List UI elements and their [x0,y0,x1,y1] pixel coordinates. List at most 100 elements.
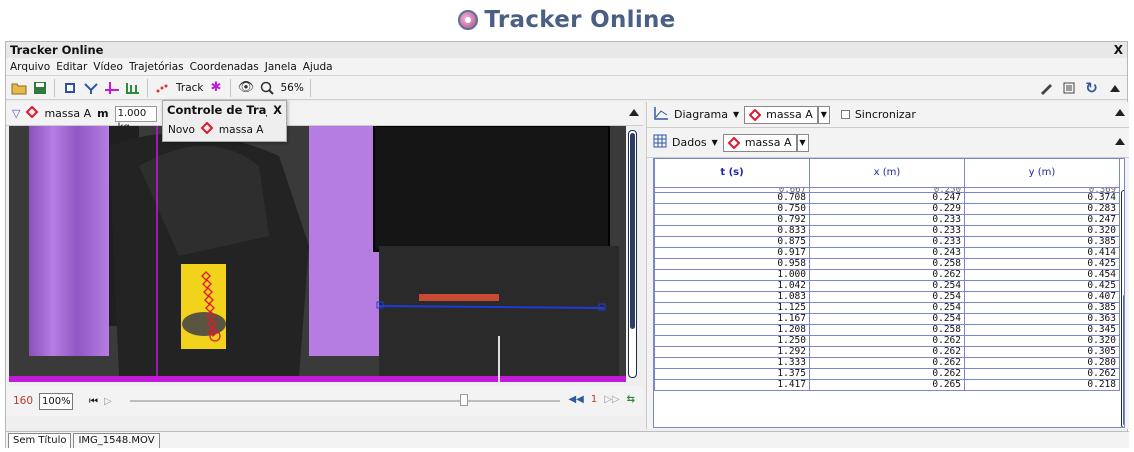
column-header-t[interactable]: t (s) [654,159,810,188]
table-cell: 0.792 [654,214,810,226]
collapse-diagram-icon[interactable] [1115,109,1125,116]
table-row[interactable]: 0.958 0.258 0.425 [654,258,1120,270]
close-window-button[interactable]: X [1114,43,1123,57]
go-to-start-icon[interactable]: ⏮ [89,396,98,407]
notes-icon[interactable] [1060,79,1077,96]
diagram-label[interactable]: Diagrama [674,108,728,121]
table-row[interactable]: 1.375 0.262 0.262 [654,368,1120,380]
step-back-icon[interactable]: ◀◀ [568,394,583,405]
table-row[interactable]: 1.250 0.262 0.320 [654,335,1120,347]
diagram-dropdown-icon[interactable]: ▼ [733,110,739,119]
collapse-track-bar-icon[interactable] [629,109,639,116]
play-icon[interactable]: ▷ [104,396,112,407]
frame-slider[interactable] [129,394,560,406]
table-row[interactable]: 1.167 0.254 0.363 [654,313,1120,325]
table-row[interactable]: 1.083 0.254 0.407 [654,291,1120,303]
collapse-data-icon[interactable] [1115,138,1125,145]
data-table[interactable]: t (s) x (m) y (m) 0.667 0.250 0.369 0.70… [653,158,1125,428]
table-cell: 0.262 [809,357,965,369]
track-object-name[interactable]: massa A [44,107,91,120]
data-object-dropdown[interactable]: ▼ [796,133,809,152]
zoom-magnifier-icon[interactable] [258,79,275,96]
open-folder-icon[interactable] [10,79,27,96]
refresh-icon[interactable]: ↻ [1083,79,1100,97]
menu-janela[interactable]: Janela [264,61,298,73]
scrollbar-thumb[interactable] [1123,295,1124,425]
table-cell: 0.385 [964,236,1120,248]
popup-title: Controle de Trajetória [167,102,267,117]
zoom-level[interactable]: 56% [280,82,303,94]
visibility-eye-icon[interactable]: 👁 [237,79,255,96]
track-dropdown-icon[interactable]: ▽ [12,107,20,120]
mass-marker-icon [749,108,762,121]
table-row[interactable]: 0.917 0.243 0.414 [654,247,1120,259]
trail-icon[interactable] [154,79,171,96]
table-row[interactable]: 1.208 0.258 0.345 [654,324,1120,336]
column-header-x[interactable]: x (m) [809,159,965,188]
clip-settings-icon[interactable] [61,79,78,96]
data-object-select[interactable]: massa A [722,133,797,152]
title-bar: Tracker Online X [6,42,1127,58]
data-dropdown-icon[interactable]: ▼ [712,138,718,147]
video-frame[interactable] [9,126,626,382]
data-label[interactable]: Dados [672,136,707,149]
menu-arquivo[interactable]: Arquivo [9,61,51,73]
create-track-icon[interactable] [124,79,141,96]
table-cell: 0.247 [964,214,1120,226]
diagram-object-dropdown[interactable]: ▼ [817,105,830,124]
track-button-label[interactable]: Track [176,82,203,94]
column-header-y[interactable]: y (m) [964,159,1120,188]
table-cell: 0.258 [809,258,965,270]
table-cell: 0.345 [964,324,1120,336]
table-cell: 0.407 [964,291,1120,303]
table-row[interactable]: 0.708 0.247 0.374 [654,192,1120,204]
video-vertical-scrollbar[interactable] [628,130,637,378]
menu-editar[interactable]: Editar [55,61,88,73]
tab-video-file[interactable]: IMG_1548.MOV [73,433,160,448]
mass-input[interactable]: 1.000 kg [114,105,157,133]
popup-close-button[interactable]: X [273,103,282,117]
table-row[interactable]: 1.333 0.262 0.280 [654,357,1120,369]
menu-video[interactable]: Vídeo [92,61,124,73]
toolbar-divider [230,78,232,97]
autotracker-icon[interactable]: ✱ [207,79,224,96]
scrollbar-thumb[interactable] [630,133,635,329]
sync-checkbox[interactable] [840,110,850,119]
calibration-tools-icon[interactable] [82,79,99,96]
axes-icon[interactable] [103,79,120,96]
loop-icon[interactable]: ⇆ [627,394,635,405]
popup-track-item[interactable]: massa A [219,124,264,136]
tab-sem-titulo[interactable]: Sem Título [8,433,72,448]
table-row[interactable]: 0.792 0.233 0.247 [654,214,1120,226]
table-row[interactable]: 1.292 0.262 0.305 [654,346,1120,358]
slider-knob[interactable] [459,394,468,406]
table-row[interactable]: 0.833 0.233 0.320 [654,225,1120,237]
toolbar-divider [309,78,311,97]
table-row[interactable]: 1.000 0.262 0.454 [654,269,1120,281]
table-row[interactable]: 1.417 0.265 0.218 [654,379,1120,391]
video-image[interactable] [9,126,626,382]
step-size[interactable]: 1 [591,394,597,405]
main-toolbar: Track ✱ 👁 56% ↻ [6,76,1127,100]
collapse-toolbar-icon[interactable] [1106,79,1123,96]
table-vertical-scrollbar[interactable] [1121,190,1124,427]
new-track-button[interactable]: Novo [168,124,195,136]
table-row[interactable]: 0.875 0.233 0.385 [654,236,1120,248]
video-zoom-input[interactable]: 100% [39,392,74,410]
menu-trajetorias[interactable]: Trajetórias [128,61,185,73]
menu-bar: Arquivo Editar Vídeo Trajetórias Coorden… [6,58,1127,76]
save-icon[interactable] [31,79,48,96]
diagram-object-select[interactable]: massa A [744,105,818,124]
table-body: 0.667 0.250 0.369 0.708 0.247 0.374 0.750 0.… [654,187,1120,391]
table-cell: 0.280 [964,357,1120,369]
table-row[interactable]: 1.125 0.254 0.385 [654,302,1120,314]
menu-ajuda[interactable]: Ajuda [302,61,334,73]
diagram-chart-icon [653,106,669,123]
menu-coordenadas[interactable]: Coordenadas [189,61,260,73]
table-row[interactable]: 1.042 0.254 0.425 [654,280,1120,292]
pencil-drawing-icon[interactable] [1037,79,1054,96]
table-cell: 0.229 [809,203,965,215]
table-cell: 0.262 [809,368,965,380]
table-row[interactable]: 0.750 0.229 0.283 [654,203,1120,215]
step-forward-icon[interactable]: ▷▷ [604,394,619,405]
